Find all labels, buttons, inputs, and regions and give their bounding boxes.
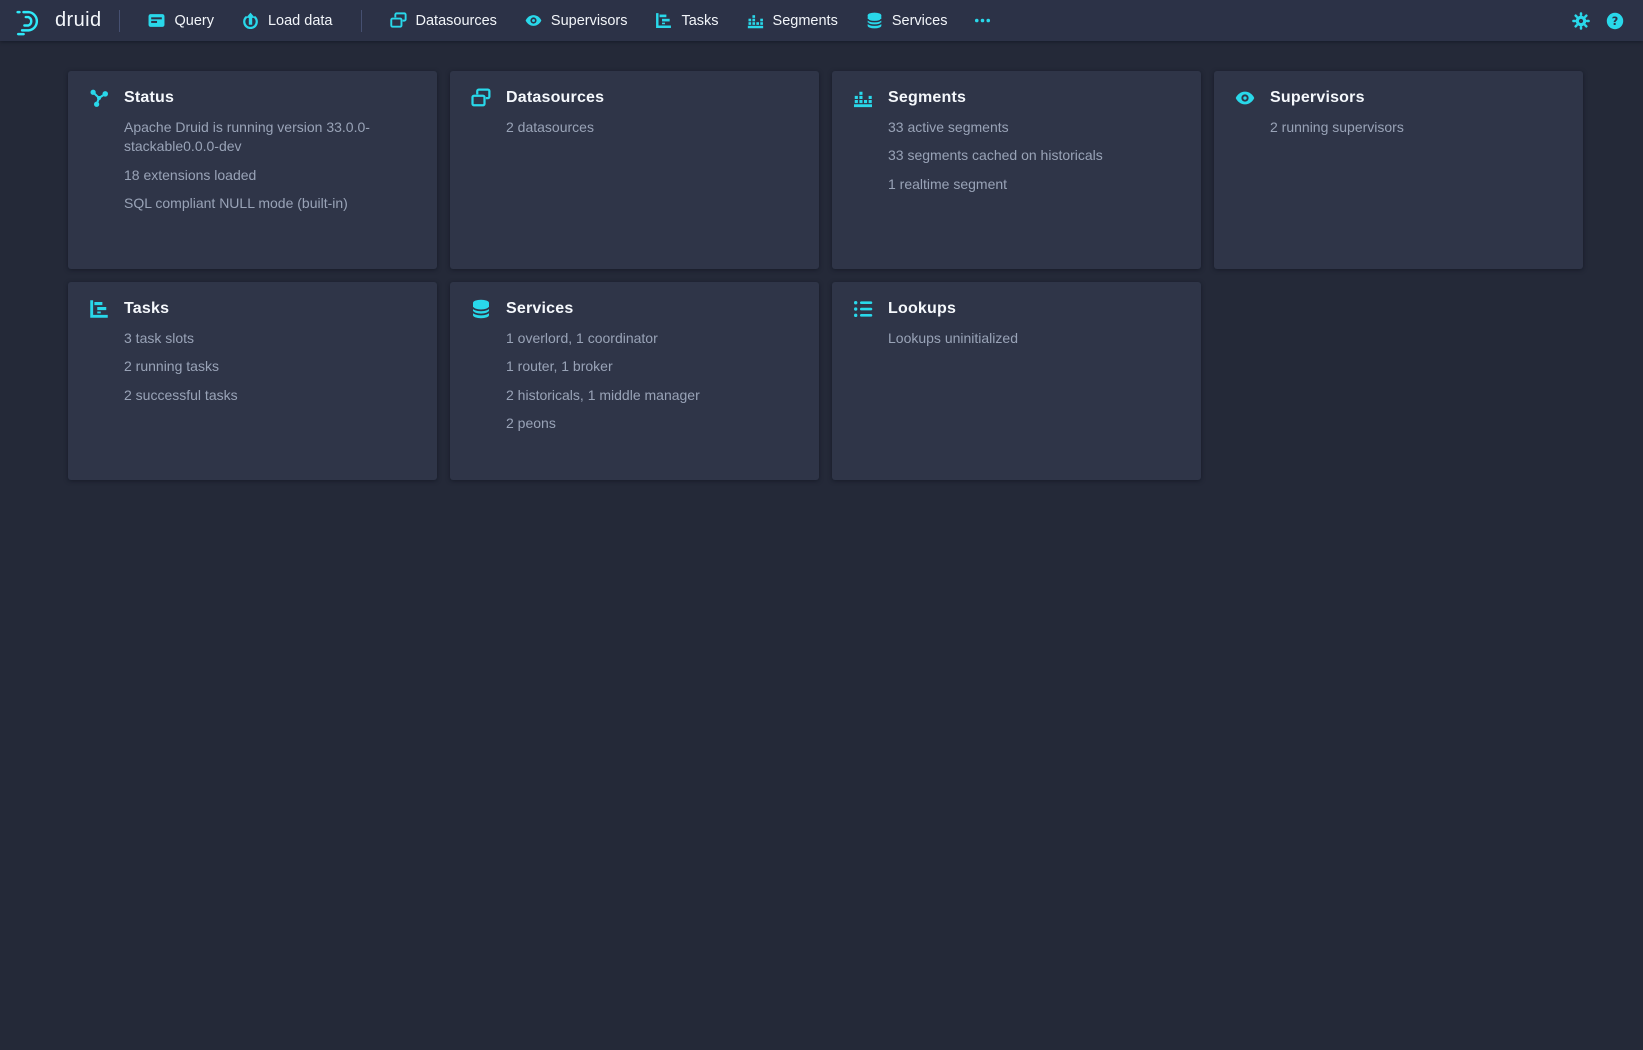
card-services[interactable]: Services 1 overlord, 1 coordinator 1 rout… bbox=[450, 282, 819, 480]
card-title: Datasources bbox=[506, 89, 604, 107]
card-stat-line: 2 datasources bbox=[506, 118, 799, 137]
card-status[interactable]: Status Apache Druid is running version 3… bbox=[68, 71, 437, 269]
help-icon[interactable] bbox=[1606, 12, 1624, 30]
card-stat-line: 1 overlord, 1 coordinator bbox=[506, 329, 799, 348]
card-stat-line: SQL compliant NULL mode (built-in) bbox=[124, 194, 417, 213]
card-header: Tasks bbox=[68, 282, 437, 326]
card-stat-line: 2 successful tasks bbox=[124, 386, 417, 405]
more-menu-button[interactable] bbox=[961, 0, 1004, 41]
bar-chart-icon bbox=[747, 12, 764, 29]
card-stat-line: Lookups uninitialized bbox=[888, 329, 1181, 348]
nav-item-segments[interactable]: Segments bbox=[733, 0, 852, 41]
nav-item-label: Datasources bbox=[416, 13, 497, 29]
card-stat-line: 1 router, 1 broker bbox=[506, 357, 799, 376]
card-stat-line: 1 realtime segment bbox=[888, 175, 1181, 194]
card-header: Datasources bbox=[450, 71, 819, 115]
card-header: Segments bbox=[832, 71, 1201, 115]
card-body: Apache Druid is running version 33.0.0-s… bbox=[68, 115, 437, 213]
card-header: Lookups bbox=[832, 282, 1201, 326]
druid-logo-icon bbox=[14, 6, 46, 36]
card-title: Segments bbox=[888, 89, 966, 107]
card-body: 2 running supervisors bbox=[1214, 115, 1583, 137]
nav-item-load-data[interactable]: Load data bbox=[228, 0, 347, 41]
gear-icon[interactable] bbox=[1572, 12, 1590, 30]
query-icon bbox=[148, 12, 165, 29]
card-stat-line: 33 active segments bbox=[888, 118, 1181, 137]
nav-right-actions bbox=[1572, 12, 1631, 30]
eye-icon bbox=[525, 12, 542, 29]
nav-item-label: Load data bbox=[268, 13, 333, 29]
card-title: Status bbox=[124, 89, 174, 107]
properties-list-icon bbox=[853, 299, 873, 319]
graph-icon bbox=[89, 88, 109, 108]
card-title: Services bbox=[506, 300, 573, 318]
upload-icon bbox=[242, 12, 259, 29]
card-stat-line: 2 peons bbox=[506, 414, 799, 433]
top-navbar: druid Query Load data Datasources Superv… bbox=[0, 0, 1643, 41]
nav-divider bbox=[119, 10, 120, 32]
nav-item-supervisors[interactable]: Supervisors bbox=[511, 0, 642, 41]
card-stat-line: 33 segments cached on historicals bbox=[888, 146, 1181, 165]
datasources-icon bbox=[471, 88, 491, 108]
nav-item-label: Services bbox=[892, 13, 948, 29]
nav-item-label: Query bbox=[174, 13, 214, 29]
card-stat-line: 2 historicals, 1 middle manager bbox=[506, 386, 799, 405]
nav-item-label: Segments bbox=[773, 13, 838, 29]
gantt-chart-icon bbox=[655, 12, 672, 29]
card-title: Lookups bbox=[888, 300, 956, 318]
card-stat-line: Apache Druid is running version 33.0.0-s… bbox=[124, 118, 417, 157]
card-title: Tasks bbox=[124, 300, 169, 318]
card-body: Lookups uninitialized bbox=[832, 326, 1201, 348]
druid-logo[interactable]: druid bbox=[14, 0, 105, 41]
nav-group-primary: Query Load data bbox=[134, 0, 346, 41]
database-icon bbox=[866, 12, 883, 29]
eye-icon bbox=[1235, 88, 1255, 108]
nav-item-label: Tasks bbox=[681, 13, 718, 29]
nav-item-label: Supervisors bbox=[551, 13, 628, 29]
card-body: 1 overlord, 1 coordinator 1 router, 1 bro… bbox=[450, 326, 819, 433]
nav-item-tasks[interactable]: Tasks bbox=[641, 0, 732, 41]
home-cards-grid: Status Apache Druid is running version 3… bbox=[0, 41, 1643, 480]
nav-divider bbox=[361, 10, 362, 32]
more-icon bbox=[974, 12, 991, 29]
card-tasks[interactable]: Tasks 3 task slots 2 running tasks 2 succe… bbox=[68, 282, 437, 480]
card-body: 2 datasources bbox=[450, 115, 819, 137]
card-datasources[interactable]: Datasources 2 datasources bbox=[450, 71, 819, 269]
nav-item-services[interactable]: Services bbox=[852, 0, 962, 41]
card-header: Status bbox=[68, 71, 437, 115]
card-stat-line: 2 running supervisors bbox=[1270, 118, 1563, 137]
nav-item-query[interactable]: Query bbox=[134, 0, 228, 41]
nav-item-datasources[interactable]: Datasources bbox=[376, 0, 511, 41]
logo-text: druid bbox=[55, 10, 101, 32]
card-lookups[interactable]: Lookups Lookups uninitialized bbox=[832, 282, 1201, 480]
card-segments[interactable]: Segments 33 active segments 33 segments c… bbox=[832, 71, 1201, 269]
nav-group-views: Datasources Supervisors Tasks Segments S… bbox=[376, 0, 962, 41]
bar-chart-icon bbox=[853, 88, 873, 108]
card-stat-line: 2 running tasks bbox=[124, 357, 417, 376]
card-stat-line: 18 extensions loaded bbox=[124, 166, 417, 185]
card-body: 3 task slots 2 running tasks 2 successful … bbox=[68, 326, 437, 405]
card-body: 33 active segments 33 segments cached on … bbox=[832, 115, 1201, 194]
gantt-chart-icon bbox=[89, 299, 109, 319]
card-stat-line: 3 task slots bbox=[124, 329, 417, 348]
card-header: Supervisors bbox=[1214, 71, 1583, 115]
card-title: Supervisors bbox=[1270, 89, 1365, 107]
card-supervisors[interactable]: Supervisors 2 running supervisors bbox=[1214, 71, 1583, 269]
datasources-icon bbox=[390, 12, 407, 29]
card-header: Services bbox=[450, 282, 819, 326]
database-icon bbox=[471, 299, 491, 319]
